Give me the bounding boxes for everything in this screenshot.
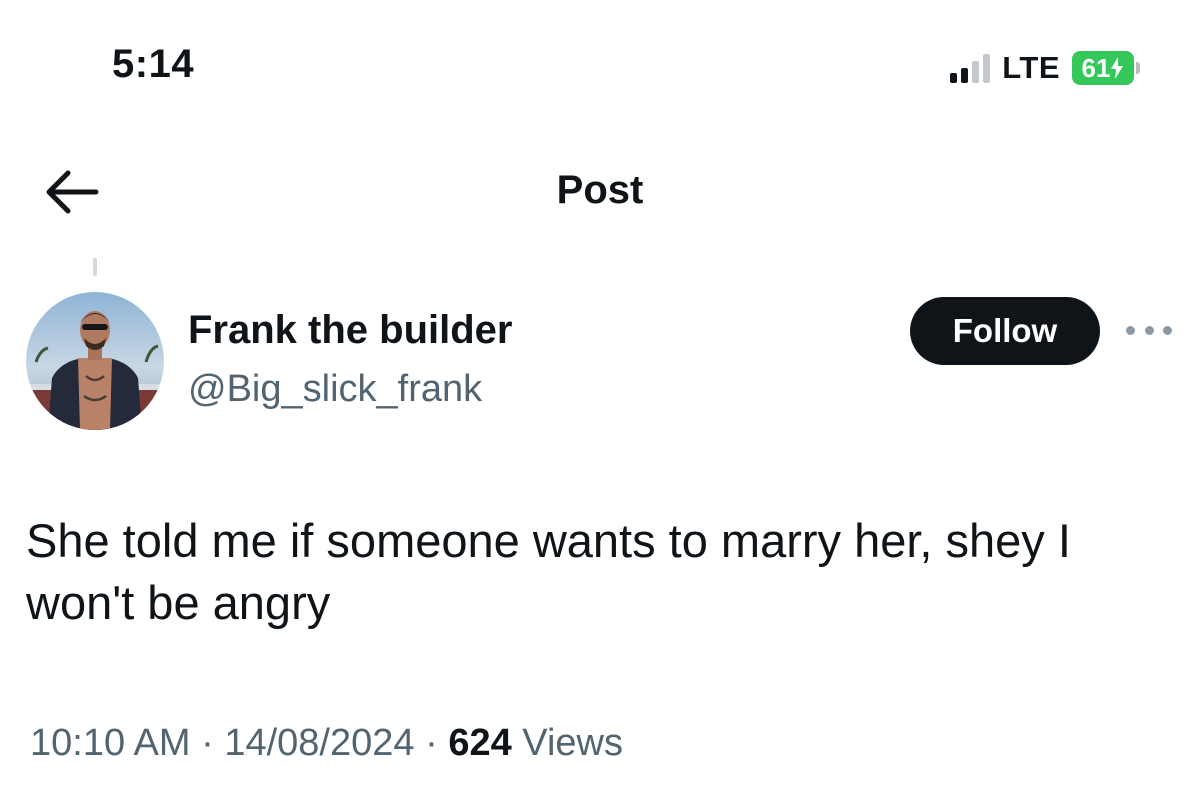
battery-level: 61 [1081, 52, 1111, 83]
post-text: She told me if someone wants to marry he… [26, 514, 1071, 629]
follow-button[interactable]: Follow [910, 297, 1100, 365]
page-title: Post [556, 168, 644, 212]
author-handle[interactable]: @Big_slick_frank [188, 368, 482, 411]
meta-separator: · [201, 722, 214, 764]
signal-strength-icon [950, 53, 991, 83]
avatar[interactable] [26, 292, 164, 430]
post-screen: 5:14 LTE 61 Post Frank the builder @Big_… [0, 0, 1200, 800]
post-date[interactable]: 14/08/2024 [224, 722, 414, 764]
meta-separator: · [425, 722, 438, 764]
author-name[interactable]: Frank the builder [188, 308, 513, 353]
post-metadata: 10:10 AM · 14/08/2024 · 624 Views [30, 722, 623, 765]
views-label: Views [522, 722, 623, 764]
status-time: 5:14 [112, 42, 195, 86]
charging-bolt-icon [1111, 57, 1124, 79]
post-time[interactable]: 10:10 AM [30, 722, 191, 764]
more-options-icon[interactable] [1126, 320, 1172, 340]
network-type: LTE [1002, 50, 1060, 85]
battery-icon: 61 [1072, 51, 1140, 85]
views-count[interactable]: 624 [448, 722, 511, 764]
status-indicators: LTE 61 [950, 48, 1140, 88]
thread-connector [93, 258, 97, 276]
